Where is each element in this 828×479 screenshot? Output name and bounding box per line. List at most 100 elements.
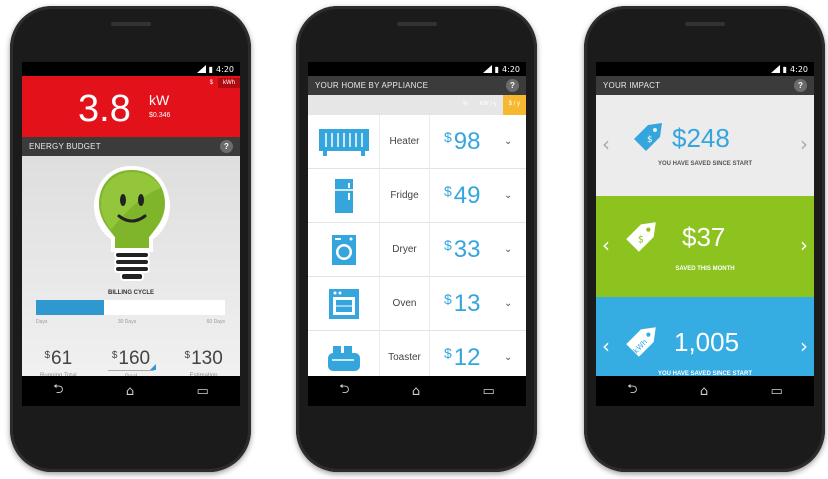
tab-percent[interactable]: %	[457, 95, 474, 115]
heater-icon	[318, 128, 369, 156]
android-nav-bar: ⮌ ⌂ ▭	[596, 376, 814, 406]
status-time: 4:20	[216, 64, 234, 74]
chevron-right-icon[interactable]: ›	[800, 132, 808, 156]
recent-apps-icon[interactable]: ▭	[197, 384, 209, 399]
toaster-icon	[327, 345, 360, 371]
appliance-cost: 98	[453, 127, 481, 155]
list-item[interactable]: Fridge $49 ⌄	[308, 168, 526, 223]
status-bar: ▮ 4:20	[596, 62, 814, 76]
signal-icon	[482, 65, 492, 73]
chevron-down-icon[interactable]: ⌄	[504, 136, 526, 147]
tick-label: Days	[36, 319, 48, 325]
chevron-down-icon[interactable]: ⌄	[504, 244, 526, 255]
price-tag-icon: kWh	[626, 327, 656, 357]
speaker-grille	[110, 22, 151, 26]
list-item[interactable]: Dryer $33 ⌄	[308, 222, 526, 277]
recent-apps-icon[interactable]: ▭	[483, 384, 495, 399]
billing-progress-fill	[36, 300, 105, 315]
screen: ▮ 4:20 $ kWh 3.8 kW $0.346 ENERGY BUDGET…	[22, 62, 240, 406]
currency-symbol: $	[444, 236, 452, 253]
oven-icon	[328, 288, 359, 319]
currency-symbol: $	[184, 350, 191, 361]
tick-label: 60 Days	[206, 319, 225, 325]
appliance-cost: 33	[453, 235, 481, 263]
power-panel: $ kWh 3.8 kW $0.346	[22, 76, 240, 137]
chevron-down-icon[interactable]: ⌄	[504, 352, 526, 363]
signal-icon	[196, 65, 206, 73]
section-title: YOUR HOME BY APPLIANCE	[315, 81, 429, 90]
currency-symbol: $	[444, 128, 452, 145]
impact-panel-month: ‹ $ $37 SAVED THIS MONTH ›	[596, 196, 814, 297]
screen: ▮ 4:20 YOUR IMPACT ? ‹ $ $248 YOU HAVE S…	[596, 62, 814, 406]
appliance-name: Oven	[380, 276, 430, 331]
billing-progress-bar	[36, 300, 225, 315]
chevron-down-icon[interactable]: ⌄	[504, 190, 526, 201]
impact-caption: SAVED THIS MONTH	[675, 266, 735, 272]
unit-toggle[interactable]: $ kWh	[205, 78, 240, 88]
power-cost: $0.346	[149, 112, 171, 119]
help-button[interactable]: ?	[506, 79, 519, 92]
appliance-name: Heater	[380, 114, 430, 169]
battery-icon: ▮	[208, 64, 214, 74]
appliance-name: Dryer	[380, 222, 430, 277]
impact-value: $37	[682, 222, 726, 252]
back-icon[interactable]: ⮌	[627, 380, 637, 402]
appliance-name: Fridge	[380, 168, 430, 223]
help-button[interactable]: ?	[794, 79, 807, 92]
chevron-left-icon[interactable]: ‹	[602, 233, 610, 257]
currency-symbol: $	[111, 350, 118, 361]
tab-dollars-per-year[interactable]: $ / y	[502, 95, 526, 115]
status-bar: ▮ 4:20	[22, 62, 240, 76]
billing-cycle-label: BILLING CYCLE	[108, 290, 154, 296]
list-item[interactable]: Heater $98 ⌄	[308, 114, 526, 169]
speaker-grille	[684, 22, 725, 26]
phone-appliances: ▮ 4:20 YOUR HOME BY APPLIANCE ? % kW / y…	[296, 6, 537, 472]
recent-apps-icon[interactable]: ▭	[771, 384, 783, 399]
chevron-right-icon[interactable]: ›	[800, 233, 808, 257]
billing-ticks: Days 30 Days 60 Days	[36, 319, 225, 325]
help-button[interactable]: ?	[220, 140, 233, 153]
estimation-value: 130	[191, 348, 223, 369]
chevron-left-icon[interactable]: ‹	[602, 334, 610, 358]
status-bar: ▮ 4:20	[308, 62, 526, 76]
tag-text: $	[647, 135, 653, 145]
impact-value: 1,005	[674, 327, 740, 357]
goal-input[interactable]: $160	[107, 348, 157, 371]
android-nav-bar: ⮌ ⌂ ▭	[308, 376, 526, 406]
unit-kwh[interactable]: kWh	[218, 78, 240, 88]
screen: ▮ 4:20 YOUR HOME BY APPLIANCE ? % kW / y…	[308, 62, 526, 406]
phone-impact: ▮ 4:20 YOUR IMPACT ? ‹ $ $248 YOU HAVE S…	[584, 6, 825, 472]
goal-value: 160	[118, 348, 151, 369]
status-time: 4:20	[790, 64, 808, 74]
back-icon[interactable]: ⮌	[339, 380, 349, 402]
chevron-down-icon[interactable]: ⌄	[504, 298, 526, 309]
back-icon[interactable]: ⮌	[53, 380, 63, 402]
appliance-cost: 12	[453, 343, 481, 371]
list-item[interactable]: Oven $13 ⌄	[308, 276, 526, 331]
chevron-right-icon[interactable]: ›	[800, 334, 808, 358]
phone-energy-budget: ▮ 4:20 $ kWh 3.8 kW $0.346 ENERGY BUDGET…	[10, 6, 251, 472]
home-icon[interactable]: ⌂	[412, 384, 420, 399]
power-value: 3.8	[78, 88, 131, 130]
section-header: YOUR IMPACT ?	[596, 76, 814, 95]
tab-kw-per-year[interactable]: kW / y	[474, 95, 503, 115]
smiling-bulb-icon	[94, 165, 170, 281]
edit-corner-icon	[150, 364, 157, 370]
unit-dollar[interactable]: $	[205, 78, 218, 88]
speaker-grille	[396, 22, 437, 26]
currency-symbol: $	[444, 182, 452, 199]
home-icon[interactable]: ⌂	[700, 384, 708, 399]
status-time: 4:20	[502, 64, 520, 74]
fridge-icon	[334, 178, 353, 213]
appliance-list: Heater $98 ⌄ Fridge $49 ⌄ Dryer $33 ⌄ Ov…	[308, 114, 526, 385]
battery-icon: ▮	[782, 64, 788, 74]
dryer-icon	[331, 234, 356, 265]
chevron-left-icon[interactable]: ‹	[602, 132, 610, 156]
impact-value: $248	[672, 123, 730, 153]
section-title: ENERGY BUDGET	[29, 142, 101, 151]
tag-text: $	[638, 234, 644, 245]
signal-icon	[770, 65, 780, 73]
home-icon[interactable]: ⌂	[126, 384, 134, 399]
appliance-cost: 49	[453, 181, 481, 209]
section-header: ENERGY BUDGET ?	[22, 137, 240, 156]
